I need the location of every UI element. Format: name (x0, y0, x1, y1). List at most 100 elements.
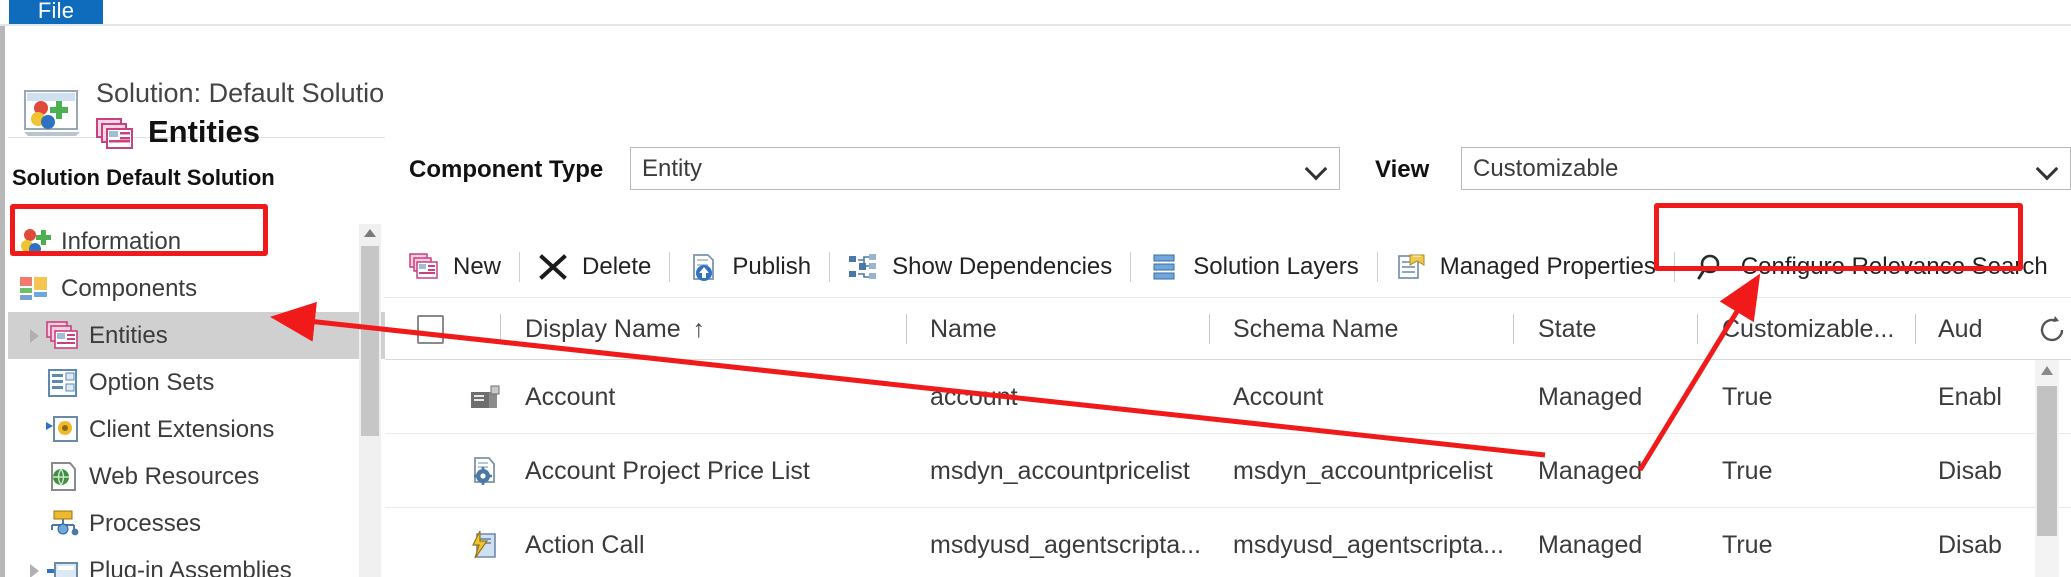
cell-audit: Enabl (1938, 382, 2002, 411)
cell-audit: Disab (1938, 530, 2002, 559)
column-header-schema-name[interactable]: Schema Name (1233, 298, 1398, 360)
sidebar-item-plugin-assemblies[interactable]: Plug-in Assemblies (8, 547, 385, 577)
chevron-down-icon[interactable] (2039, 161, 2056, 178)
entities-icon (46, 320, 80, 352)
scrollbar-thumb[interactable] (2037, 386, 2057, 536)
highlight-box-entities (10, 204, 268, 256)
solution-breadcrumb: Solution: Default Solution (96, 78, 400, 108)
solution-explorer-panel: Solution: Default Solution Entities Solu… (8, 26, 399, 577)
plugin-assemblies-icon (46, 555, 80, 577)
view-select[interactable]: Customizable (1461, 147, 2071, 190)
components-icon (18, 273, 52, 305)
cell-schema-name: msdyusd_agentscripta... (1233, 530, 1504, 559)
column-label: State (1538, 314, 1597, 343)
view-value: Customizable (1473, 154, 1619, 182)
cell-audit: Disab (1938, 456, 2002, 485)
toolbar-button-label: Show Dependencies (892, 252, 1113, 280)
highlight-box-configure-relevance-search (1654, 203, 2023, 271)
sidebar-item-entities[interactable]: Entities (8, 312, 385, 359)
scroll-up-icon[interactable] (364, 229, 376, 237)
sidebar-item-label: Client Extensions (89, 415, 275, 443)
cell-display-name: Account (525, 382, 616, 411)
table-row[interactable]: Account Project Price List msdyn_account… (385, 434, 2071, 508)
cell-display-name: Action Call (525, 530, 645, 559)
cell-customizable: True (1722, 456, 1773, 485)
publish-button[interactable]: Publish (670, 236, 829, 298)
component-type-select[interactable]: Entity (630, 147, 1340, 190)
client-extensions-icon (46, 414, 80, 446)
column-label: Display Name (525, 314, 681, 343)
cell-schema-name: msdyn_accountpricelist (1233, 456, 1493, 485)
sidebar-item-web-resources[interactable]: Web Resources (8, 453, 385, 500)
solution-components-tree: Information Components Entities Option S… (8, 218, 385, 577)
scroll-up-icon[interactable] (2041, 366, 2053, 375)
sidebar-item-client-extensions[interactable]: Client Extensions (8, 406, 385, 453)
solution-layers-button[interactable]: Solution Layers (1131, 236, 1376, 298)
solution-subheader: Solution Default Solution (12, 165, 275, 190)
option-sets-icon (46, 367, 80, 399)
solution-icon (24, 90, 80, 136)
sidebar-item-processes[interactable]: Processes (8, 500, 385, 547)
column-label: Aud (1938, 314, 1983, 343)
cell-name: msdyusd_agentscripta... (930, 530, 1201, 559)
chevron-down-icon[interactable] (1308, 161, 1325, 178)
table-row[interactable]: Account account Account Managed True Ena… (385, 360, 2071, 434)
tab-file[interactable]: File (9, 0, 103, 26)
cell-customizable: True (1722, 382, 1773, 411)
grid-scrollbar[interactable] (2035, 360, 2059, 577)
toolbar-button-label: Solution Layers (1193, 252, 1359, 280)
new-button[interactable]: New (385, 236, 519, 298)
column-header-name[interactable]: Name (930, 298, 997, 360)
column-label: Schema Name (1233, 314, 1399, 343)
managed-properties-button[interactable]: Managed Properties (1378, 236, 1674, 298)
account-price-list-entity-icon (469, 456, 501, 486)
scrollbar-thumb[interactable] (361, 246, 379, 436)
solution-layers-icon (1149, 253, 1179, 281)
cell-state: Managed (1538, 530, 1643, 559)
entities-page-icon (96, 118, 133, 149)
processes-icon (46, 508, 80, 540)
sidebar-item-label: Option Sets (89, 368, 215, 396)
component-type-label: Component Type (409, 156, 604, 183)
chevron-right-icon[interactable] (24, 560, 46, 577)
chevron-right-icon[interactable] (24, 325, 46, 347)
cell-name: msdyn_accountpricelist (930, 456, 1190, 485)
refresh-spinner[interactable] (2025, 304, 2071, 356)
select-all-checkbox[interactable] (417, 315, 444, 344)
column-header-audit[interactable]: Aud (1938, 298, 1982, 360)
column-label: Name (930, 314, 997, 343)
sidebar-item-label: Processes (89, 509, 202, 537)
sidebar-scrollbar[interactable] (359, 224, 381, 577)
column-label: Customizable... (1722, 314, 1895, 343)
page-title: Entities (148, 114, 260, 149)
ribbon-tab-strip: File (0, 0, 2071, 27)
cell-schema-name: Account (1233, 382, 1324, 411)
column-header-state[interactable]: State (1538, 298, 1596, 360)
cell-state: Managed (1538, 382, 1643, 411)
show-dependencies-icon (848, 253, 878, 281)
sidebar-item-option-sets[interactable]: Option Sets (8, 359, 385, 406)
solution-header: Solution: Default Solution Entities (8, 26, 399, 149)
entities-grid-header: Display Name ↑ Name Schema Name State Cu… (385, 298, 2071, 360)
cell-state: Managed (1538, 456, 1643, 485)
sort-ascending-icon: ↑ (692, 314, 706, 343)
toolbar-button-label: New (453, 252, 502, 280)
publish-icon (688, 253, 718, 281)
sidebar-item-label: Components (61, 274, 198, 302)
cell-name: account (930, 382, 1018, 411)
show-dependencies-button[interactable]: Show Dependencies (830, 236, 1130, 298)
new-entity-icon (409, 252, 439, 281)
sidebar-item-label: Web Resources (89, 462, 260, 490)
table-row[interactable]: Action Call msdyusd_agentscripta... msdy… (385, 508, 2071, 577)
cell-customizable: True (1722, 530, 1773, 559)
delete-button[interactable]: Delete (520, 236, 669, 298)
sidebar-item-components[interactable]: Components (8, 265, 385, 312)
column-header-display-name[interactable]: Display Name ↑ (525, 298, 705, 360)
sidebar-item-label: Plug-in Assemblies (89, 556, 292, 577)
account-entity-icon (469, 382, 501, 412)
toolbar-button-label: Delete (582, 252, 652, 280)
managed-properties-icon (1396, 253, 1426, 281)
column-header-customizable[interactable]: Customizable... (1722, 298, 1894, 360)
refresh-icon (2040, 316, 2064, 342)
filter-bar: Component Type Entity View Customizable (385, 142, 2071, 199)
